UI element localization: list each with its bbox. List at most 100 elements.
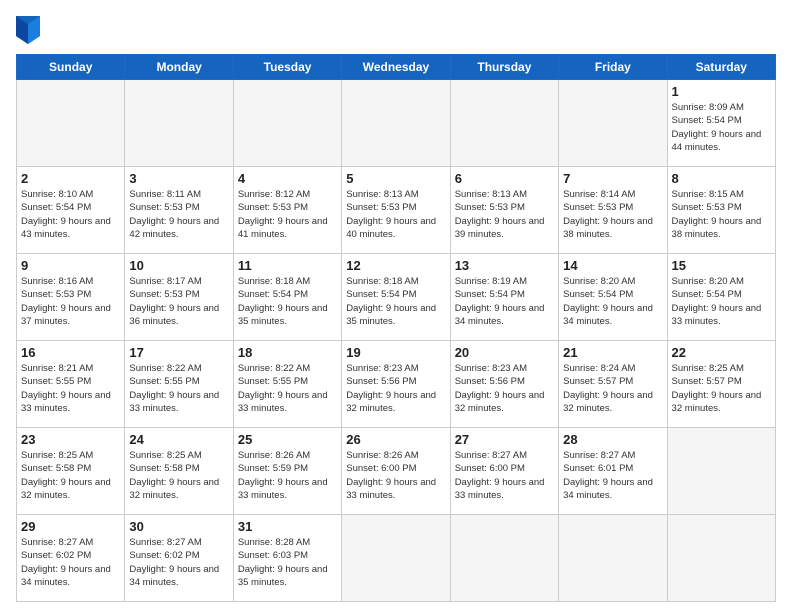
calendar-cell: 17Sunrise: 8:22 AMSunset: 5:55 PMDayligh… [125,341,233,428]
day-info: Sunrise: 8:21 AMSunset: 5:55 PMDaylight:… [21,362,120,415]
calendar-cell [667,515,775,602]
week-row: 29 Sunrise: 8:27 AMSunset: 6:02 PMDayligh… [17,515,776,602]
calendar-cell: 22 Sunrise: 8:25 AMSunset: 5:57 PMDayligh… [667,341,775,428]
day-number: 21 [563,345,662,360]
calendar-cell: 24 Sunrise: 8:25 AMSunset: 5:58 PMDayligh… [125,428,233,515]
day-info: Sunrise: 8:27 AMSunset: 6:00 PMDaylight:… [455,449,554,502]
day-info: Sunrise: 8:14 AMSunset: 5:53 PMDaylight:… [563,188,662,241]
day-info: Sunrise: 8:26 AMSunset: 6:00 PMDaylight:… [346,449,445,502]
day-number: 20 [455,345,554,360]
day-info: Sunrise: 8:23 AMSunset: 5:56 PMDaylight:… [455,362,554,415]
calendar-cell: 23 Sunrise: 8:25 AMSunset: 5:58 PMDayligh… [17,428,125,515]
logo [16,16,42,44]
calendar-cell: 7 Sunrise: 8:14 AMSunset: 5:53 PMDaylight… [559,167,667,254]
calendar-cell [559,515,667,602]
calendar-cell: 1 Sunrise: 8:09 AMSunset: 5:54 PMDaylight… [667,80,775,167]
day-info: Sunrise: 8:16 AMSunset: 5:53 PMDaylight:… [21,275,120,328]
week-row: 1 Sunrise: 8:09 AMSunset: 5:54 PMDaylight… [17,80,776,167]
day-header-sunday: Sunday [17,55,125,80]
calendar-cell [233,80,341,167]
page: SundayMondayTuesdayWednesdayThursdayFrid… [0,0,792,612]
day-info: Sunrise: 8:22 AMSunset: 5:55 PMDaylight:… [129,362,228,415]
calendar-cell [342,515,450,602]
day-info: Sunrise: 8:27 AMSunset: 6:02 PMDaylight:… [21,536,120,589]
calendar-cell: 12Sunrise: 8:18 AMSunset: 5:54 PMDayligh… [342,254,450,341]
day-number: 13 [455,258,554,273]
calendar-cell: 3 Sunrise: 8:11 AMSunset: 5:53 PMDaylight… [125,167,233,254]
calendar-cell: 19 Sunrise: 8:23 AMSunset: 5:56 PMDayligh… [342,341,450,428]
calendar-cell: 16 Sunrise: 8:21 AMSunset: 5:55 PMDayligh… [17,341,125,428]
week-row: 9 Sunrise: 8:16 AMSunset: 5:53 PMDaylight… [17,254,776,341]
day-number: 19 [346,345,445,360]
calendar-cell: 26 Sunrise: 8:26 AMSunset: 6:00 PMDayligh… [342,428,450,515]
calendar-cell: 2Sunrise: 8:10 AMSunset: 5:54 PMDaylight… [17,167,125,254]
day-number: 24 [129,432,228,447]
day-header-saturday: Saturday [667,55,775,80]
day-number: 26 [346,432,445,447]
day-info: Sunrise: 8:23 AMSunset: 5:56 PMDaylight:… [346,362,445,415]
day-info: Sunrise: 8:25 AMSunset: 5:57 PMDaylight:… [672,362,771,415]
calendar-cell: 28Sunrise: 8:27 AMSunset: 6:01 PMDayligh… [559,428,667,515]
day-info: Sunrise: 8:27 AMSunset: 6:02 PMDaylight:… [129,536,228,589]
day-number: 7 [563,171,662,186]
week-row: 2Sunrise: 8:10 AMSunset: 5:54 PMDaylight… [17,167,776,254]
day-number: 14 [563,258,662,273]
calendar-cell: 31 Sunrise: 8:28 AMSunset: 6:03 PMDayligh… [233,515,341,602]
day-info: Sunrise: 8:09 AMSunset: 5:54 PMDaylight:… [672,101,771,154]
day-info: Sunrise: 8:19 AMSunset: 5:54 PMDaylight:… [455,275,554,328]
day-number: 25 [238,432,337,447]
day-info: Sunrise: 8:20 AMSunset: 5:54 PMDaylight:… [563,275,662,328]
calendar-cell [667,428,775,515]
day-info: Sunrise: 8:13 AMSunset: 5:53 PMDaylight:… [346,188,445,241]
day-info: Sunrise: 8:25 AMSunset: 5:58 PMDaylight:… [21,449,120,502]
day-info: Sunrise: 8:11 AMSunset: 5:53 PMDaylight:… [129,188,228,241]
day-info: Sunrise: 8:28 AMSunset: 6:03 PMDaylight:… [238,536,337,589]
day-number: 22 [672,345,771,360]
day-info: Sunrise: 8:25 AMSunset: 5:58 PMDaylight:… [129,449,228,502]
day-info: Sunrise: 8:13 AMSunset: 5:53 PMDaylight:… [455,188,554,241]
calendar-cell: 11 Sunrise: 8:18 AMSunset: 5:54 PMDayligh… [233,254,341,341]
day-header-thursday: Thursday [450,55,558,80]
calendar-cell: 18Sunrise: 8:22 AMSunset: 5:55 PMDayligh… [233,341,341,428]
calendar-cell: 21Sunrise: 8:24 AMSunset: 5:57 PMDayligh… [559,341,667,428]
day-number: 8 [672,171,771,186]
day-header-wednesday: Wednesday [342,55,450,80]
calendar-cell: 13 Sunrise: 8:19 AMSunset: 5:54 PMDayligh… [450,254,558,341]
week-row: 23 Sunrise: 8:25 AMSunset: 5:58 PMDayligh… [17,428,776,515]
day-number: 1 [672,84,771,99]
header [16,16,776,44]
day-header-monday: Monday [125,55,233,80]
calendar-cell [17,80,125,167]
calendar-cell: 8Sunrise: 8:15 AMSunset: 5:53 PMDaylight… [667,167,775,254]
day-number: 31 [238,519,337,534]
day-info: Sunrise: 8:18 AMSunset: 5:54 PMDaylight:… [238,275,337,328]
week-row: 16 Sunrise: 8:21 AMSunset: 5:55 PMDayligh… [17,341,776,428]
day-number: 5 [346,171,445,186]
day-number: 9 [21,258,120,273]
day-number: 29 [21,519,120,534]
day-number: 15 [672,258,771,273]
day-number: 3 [129,171,228,186]
day-header-friday: Friday [559,55,667,80]
day-number: 4 [238,171,337,186]
day-info: Sunrise: 8:26 AMSunset: 5:59 PMDaylight:… [238,449,337,502]
calendar-cell [342,80,450,167]
day-number: 23 [21,432,120,447]
calendar-cell [450,80,558,167]
day-number: 11 [238,258,337,273]
calendar-cell: 14 Sunrise: 8:20 AMSunset: 5:54 PMDayligh… [559,254,667,341]
day-number: 18 [238,345,337,360]
calendar-cell: 27 Sunrise: 8:27 AMSunset: 6:00 PMDayligh… [450,428,558,515]
calendar-cell: 4Sunrise: 8:12 AMSunset: 5:53 PMDaylight… [233,167,341,254]
day-info: Sunrise: 8:27 AMSunset: 6:01 PMDaylight:… [563,449,662,502]
calendar-cell: 10 Sunrise: 8:17 AMSunset: 5:53 PMDayligh… [125,254,233,341]
day-info: Sunrise: 8:18 AMSunset: 5:54 PMDaylight:… [346,275,445,328]
day-number: 16 [21,345,120,360]
day-info: Sunrise: 8:17 AMSunset: 5:53 PMDaylight:… [129,275,228,328]
day-info: Sunrise: 8:20 AMSunset: 5:54 PMDaylight:… [672,275,771,328]
day-number: 27 [455,432,554,447]
calendar-cell: 15 Sunrise: 8:20 AMSunset: 5:54 PMDayligh… [667,254,775,341]
calendar-cell [125,80,233,167]
calendar-cell: 6Sunrise: 8:13 AMSunset: 5:53 PMDaylight… [450,167,558,254]
day-number: 10 [129,258,228,273]
